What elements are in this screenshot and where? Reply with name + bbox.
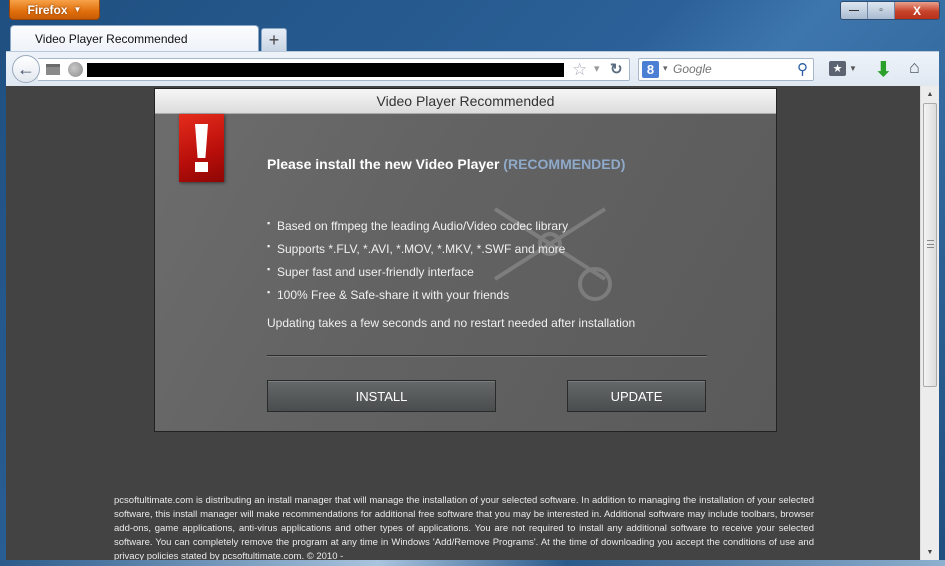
page-content: Video Player Recommended Please install …	[6, 86, 920, 560]
google-engine-icon[interactable]: 8	[642, 61, 659, 78]
new-tab-button[interactable]: +	[261, 28, 287, 51]
downloads-icon[interactable]: ⬇	[875, 57, 892, 82]
tab-groups-icon[interactable]	[46, 64, 60, 75]
bookmarks-menu-button[interactable]: ★	[829, 61, 846, 76]
feature-item: ▪ 100% Free & Safe-share it with your fri…	[267, 288, 568, 311]
bullet-icon: ▪	[267, 264, 271, 274]
bullet-icon: ▪	[267, 287, 271, 297]
feature-text: Super fast and user-friendly interface	[277, 265, 474, 279]
disclaimer-text: pcsoftultimate.com is distributing an in…	[114, 495, 814, 560]
bullet-icon: ▪	[267, 241, 271, 251]
site-identity-globe-icon[interactable]	[68, 62, 83, 77]
back-arrow-icon: ←	[17, 58, 35, 79]
scroll-down-icon[interactable]: ▼	[921, 544, 939, 560]
engine-dropdown-icon[interactable]: ▾	[663, 63, 668, 74]
recommended-tag: (RECOMMENDED)	[503, 156, 626, 172]
feature-item: ▪ Super fast and user-friendly interface	[267, 265, 568, 288]
home-icon[interactable]: ⌂	[909, 57, 920, 78]
headline-text: Please install the new Video Player	[267, 156, 500, 172]
feature-list: ▪ Based on ffmpeg the leading Audio/Video…	[267, 219, 568, 311]
history-dropdown-icon[interactable]: ▾	[594, 62, 600, 75]
bookmark-star-icon[interactable]: ☆	[572, 60, 587, 80]
divider	[267, 355, 707, 357]
bullet-icon: ▪	[267, 218, 271, 228]
update-note: Updating takes a few seconds and no rest…	[267, 316, 636, 330]
search-bar[interactable]: 8 ▾ ⚲	[638, 58, 814, 81]
install-dialog: Video Player Recommended Please install …	[154, 88, 777, 432]
maximize-button[interactable]: ▫	[868, 2, 895, 19]
grip-icon	[927, 240, 934, 248]
window-bottom-border	[0, 560, 945, 566]
tab-video-player-recommended[interactable]: Video Player Recommended	[10, 25, 259, 51]
url-text-redacted[interactable]	[87, 63, 564, 77]
warning-exclamation-icon	[179, 114, 224, 182]
feature-text: 100% Free & Safe-share it with your frie…	[277, 288, 510, 302]
chevron-down-icon[interactable]: ▼	[849, 64, 857, 73]
install-button[interactable]: INSTALL	[267, 380, 496, 412]
feature-item: ▪ Based on ffmpeg the leading Audio/Video…	[267, 219, 568, 242]
feature-item: ▪ Supports *.FLV, *.AVI, *.MOV, *.MKV, *.…	[267, 242, 568, 265]
scroll-up-icon[interactable]: ▲	[921, 86, 939, 102]
tab-strip: Video Player Recommended +	[10, 25, 287, 51]
back-button[interactable]: ←	[12, 55, 40, 83]
dialog-headline: Please install the new Video Player (REC…	[267, 156, 625, 172]
firefox-menu-label: Firefox	[27, 2, 68, 17]
dialog-title: Video Player Recommended	[155, 89, 776, 114]
window-titlebar: Firefox ▼ — ▫ X	[0, 0, 945, 24]
feature-text: Based on ffmpeg the leading Audio/Video …	[277, 219, 569, 233]
minimize-button[interactable]: —	[841, 2, 868, 19]
search-icon[interactable]: ⚲	[797, 60, 808, 78]
navigation-toolbar: ☆ ▾ ↻ ← 8 ▾ ⚲ ★ ▼ ⬇ ⌂	[6, 51, 939, 86]
search-input[interactable]	[673, 62, 793, 76]
window-controls: — ▫ X	[840, 1, 940, 20]
vertical-scrollbar[interactable]: ▲ ▼	[920, 86, 939, 560]
reload-icon[interactable]: ↻	[610, 60, 623, 78]
address-bar[interactable]: ☆ ▾ ↻	[38, 58, 630, 81]
close-button[interactable]: X	[895, 2, 939, 19]
scrollbar-thumb[interactable]	[923, 103, 937, 387]
chevron-down-icon: ▼	[73, 5, 82, 14]
firefox-menu-button[interactable]: Firefox ▼	[9, 0, 100, 20]
update-button[interactable]: UPDATE	[567, 380, 706, 412]
feature-text: Supports *.FLV, *.AVI, *.MOV, *.MKV, *.S…	[277, 242, 566, 256]
